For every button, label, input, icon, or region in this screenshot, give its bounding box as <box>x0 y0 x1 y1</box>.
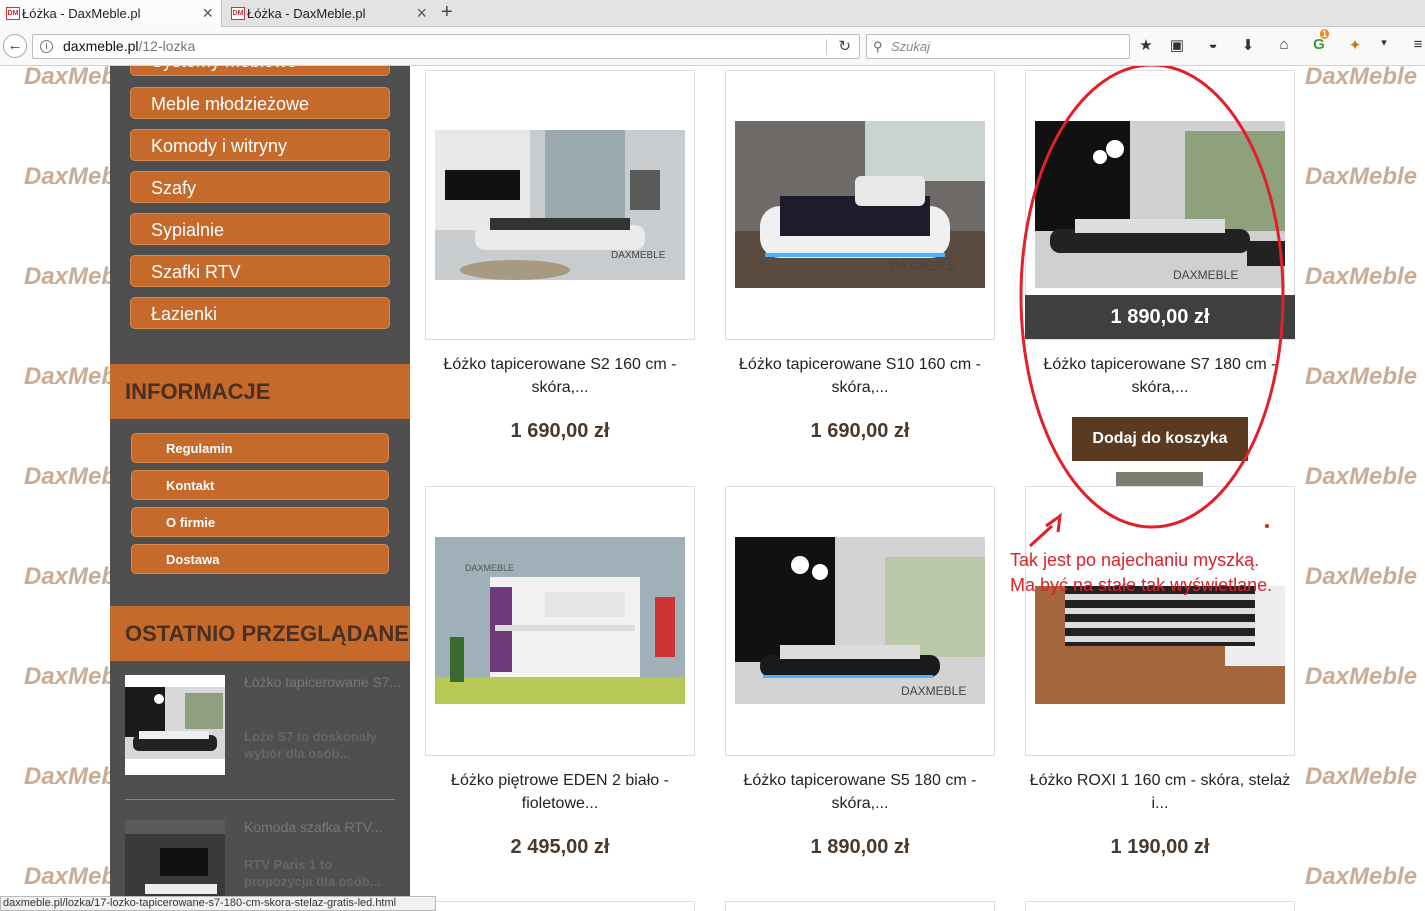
site-favicon-icon: DM <box>231 7 245 20</box>
overflow-chevron-icon[interactable]: ▾ <box>1374 36 1394 49</box>
extension-icon[interactable]: ✦ <box>1345 36 1365 54</box>
search-input[interactable]: ⚲ Szukaj <box>866 34 1130 59</box>
new-tab-icon[interactable]: + <box>441 1 453 24</box>
close-tab-icon[interactable]: × <box>416 3 427 24</box>
downloads-icon[interactable]: ⬇ <box>1238 36 1258 54</box>
annotation-arrow-icon <box>1028 524 1054 548</box>
url-host: daxmeble.pl <box>63 38 139 54</box>
pocket-icon[interactable]: ◒ <box>1203 36 1223 53</box>
url-divider <box>826 39 827 55</box>
annotation-text-line-2: Ma być na stałe tak wyświetlane. <box>1010 575 1273 595</box>
library-icon[interactable]: ▣ <box>1167 36 1187 54</box>
bookmark-star-icon[interactable]: ★ <box>1136 36 1156 54</box>
status-link-preview: daxmeble.pl/lozka/17-lozko-tapicerowane-… <box>0 896 436 911</box>
annotation-text-line-1: Tak jest po najechaniu myszką. <box>1010 550 1260 570</box>
annotation-overlay <box>1019 66 1285 548</box>
url-bar[interactable]: i daxmeble.pl/12-lozka ↻ <box>32 34 860 59</box>
menu-hamburger-icon[interactable]: ≡ <box>1408 36 1425 53</box>
site-favicon-icon: DM <box>6 7 20 20</box>
tab-title: Łóżka - DaxMeble.pl <box>247 6 366 21</box>
search-placeholder: Szukaj <box>891 39 931 54</box>
annotation-dot <box>1265 524 1269 528</box>
search-icon: ⚲ <box>873 39 883 54</box>
tab-active[interactable]: DM Łóżka - DaxMeble.pl × <box>0 0 222 27</box>
reload-icon[interactable]: ↻ <box>838 35 851 58</box>
page-content: DaxMeble DaxMeble DaxMeble DaxMeble DaxM… <box>0 66 1425 911</box>
url-path: /12-lozka <box>138 38 196 54</box>
home-icon[interactable]: ⌂ <box>1274 36 1294 53</box>
tab-strip: DM Łóżka - DaxMeble.pl × DM Łóżka - DaxM… <box>0 0 1425 27</box>
grammarly-icon[interactable]: G1 <box>1309 29 1330 53</box>
site-info-icon[interactable]: i <box>40 40 53 53</box>
tab-title: Łóżka - DaxMeble.pl <box>22 6 141 21</box>
tab-second[interactable]: DM Łóżka - DaxMeble.pl × <box>225 0 435 27</box>
annotation-ellipse <box>1019 66 1285 529</box>
close-tab-icon[interactable]: × <box>202 3 213 24</box>
back-button[interactable]: ← <box>3 34 27 58</box>
extension-badge: 1 <box>1320 29 1330 39</box>
